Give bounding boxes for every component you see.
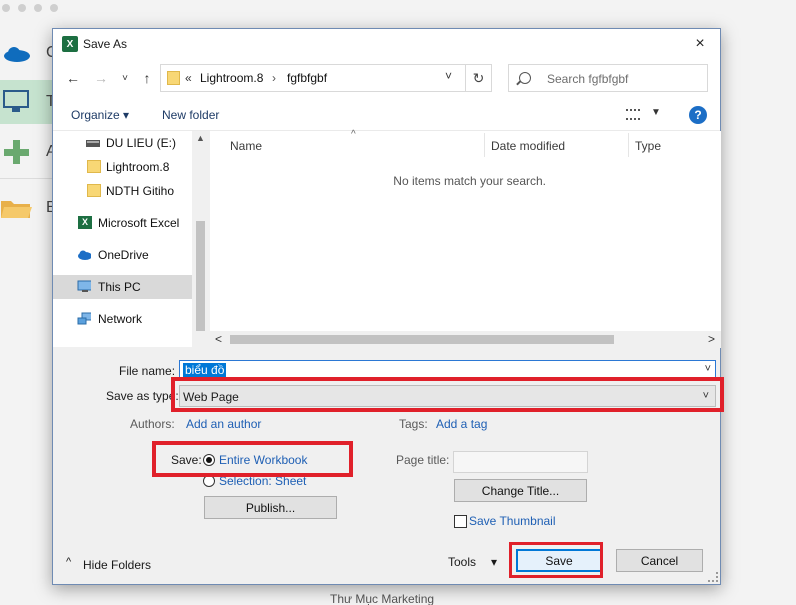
nav-item-label: OneDrive <box>98 248 149 262</box>
nav-item-label: DU LIEU (E:) <box>106 136 177 150</box>
drive-icon <box>86 140 100 147</box>
address-bar[interactable]: « Lightroom.8 › fgfbfgbf ˅ <box>160 64 492 92</box>
highlight-box-save-button <box>509 542 603 578</box>
organize-menu[interactable]: Organize ▾ <box>71 108 129 122</box>
chevron-down-icon[interactable]: ˅ <box>705 363 711 375</box>
page-title-field <box>453 451 588 473</box>
change-title-button[interactable]: Change Title... <box>454 479 587 502</box>
folder-icon <box>1 201 32 218</box>
help-icon[interactable]: ? <box>689 106 707 124</box>
resize-grip[interactable] <box>708 572 718 582</box>
new-folder-button[interactable]: New folder <box>162 108 219 122</box>
file-list-pane: ^ Name Date modified Type No items match… <box>210 129 721 347</box>
search-input[interactable]: Search fgfbfgbf <box>508 64 708 92</box>
file-name-value: biểu đồ <box>183 363 227 377</box>
address-overflow-icon[interactable]: « <box>185 71 192 85</box>
nav-item-network[interactable]: Network <box>53 307 192 331</box>
breadcrumb-separator-icon[interactable]: › <box>272 71 276 85</box>
column-header-type[interactable]: Type <box>635 131 661 161</box>
excel-icon: X <box>62 36 78 52</box>
authors-label: Authors: <box>130 417 175 431</box>
folder-icon <box>87 160 101 173</box>
nav-item-this-pc[interactable]: This PC <box>53 275 192 299</box>
highlight-box-save-as-type <box>171 377 724 412</box>
nav-item-label: Microsoft Excel <box>98 216 180 230</box>
scroll-left-icon[interactable]: < <box>215 332 222 346</box>
network-icon <box>77 312 91 325</box>
scroll-up-icon[interactable]: ▲ <box>196 133 205 143</box>
save-as-type-label: Save as type: <box>106 389 179 403</box>
recent-locations-button[interactable]: ˅ <box>115 68 135 88</box>
sort-ascending-icon: ^ <box>351 129 356 140</box>
background-folder-text: Thư Mục Marketing <box>330 592 435 605</box>
nav-item-label: Lightroom.8 <box>106 160 170 174</box>
highlight-box-save-scope <box>152 441 353 477</box>
column-divider[interactable] <box>484 133 485 157</box>
save-as-dialog: X Save As × ← → ˅ ↑ « Lightroom.8 › fgfb… <box>52 28 724 585</box>
hide-folders-button[interactable]: Hide Folders <box>83 558 151 572</box>
column-header-name[interactable]: Name <box>230 131 262 161</box>
search-icon <box>519 72 531 84</box>
pc-icon <box>3 90 29 112</box>
save-thumbnail-checkbox[interactable] <box>454 515 467 528</box>
save-thumbnail-label[interactable]: Save Thumbnail <box>469 514 556 528</box>
excel-icon: X <box>78 216 92 229</box>
dialog-title: Save As <box>83 37 128 51</box>
backstage-divider <box>0 178 54 179</box>
navigation-bar: ← → ˅ ↑ « Lightroom.8 › fgfbfgbf ˅ ↻ Sea… <box>53 59 720 99</box>
nav-item-microsoft-excel[interactable]: X Microsoft Excel <box>53 211 192 235</box>
view-options-icon[interactable] <box>626 109 640 120</box>
search-placeholder: Search fgfbfgbf <box>547 72 629 86</box>
up-button[interactable]: ↑ <box>137 68 157 88</box>
file-name-label: File name: <box>119 364 176 378</box>
breadcrumb-lightroom[interactable]: Lightroom.8 <box>200 71 263 85</box>
add-tag-link[interactable]: Add a tag <box>436 417 487 431</box>
chevron-down-icon[interactable]: ˅ <box>445 69 452 83</box>
nav-pane-scrollbar[interactable]: ▲ <box>192 131 209 347</box>
cancel-button[interactable]: Cancel <box>616 549 703 572</box>
view-dropdown-icon[interactable]: ▼ <box>651 107 661 118</box>
nav-item-label: NDTH Gitiho <box>106 184 175 198</box>
command-toolbar: Organize ▾ New folder ▼ ? <box>53 99 720 131</box>
nav-item-du-lieu[interactable]: DU LIEU (E:) <box>53 131 192 155</box>
cloud-icon <box>4 47 30 62</box>
page-title-label: Page title: <box>396 453 450 467</box>
chevron-up-icon[interactable]: ^ <box>66 556 71 568</box>
title-bar: X Save As × <box>53 29 720 59</box>
forward-button[interactable]: → <box>91 68 111 88</box>
tools-menu[interactable]: Tools <box>448 555 476 569</box>
add-author-link[interactable]: Add an author <box>186 417 261 431</box>
scroll-right-icon[interactable]: > <box>708 332 715 346</box>
tags-label: Tags: <box>399 417 428 431</box>
tools-dropdown-icon[interactable]: ▾ <box>491 555 497 569</box>
pc-icon <box>77 280 91 292</box>
folder-icon <box>167 71 180 85</box>
nav-item-ndth-gitiho[interactable]: NDTH Gitiho <box>53 179 192 203</box>
nav-item-label: This PC <box>98 280 141 294</box>
refresh-button[interactable]: ↻ <box>465 64 491 92</box>
publish-button[interactable]: Publish... <box>204 496 337 519</box>
nav-item-label: Network <box>98 312 143 326</box>
nav-item-lightroom[interactable]: Lightroom.8 <box>53 155 192 179</box>
navigation-pane: DU LIEU (E:) Lightroom.8 NDTH Gitiho X M… <box>53 131 192 347</box>
nav-item-onedrive[interactable]: OneDrive <box>53 243 192 267</box>
scrollbar-thumb[interactable] <box>196 221 205 331</box>
scrollbar-thumb[interactable] <box>230 335 614 344</box>
column-header-date-modified[interactable]: Date modified <box>491 131 565 161</box>
backstage-top-dots <box>0 0 80 14</box>
cloud-icon <box>78 250 91 260</box>
column-divider[interactable] <box>628 133 629 157</box>
breadcrumb-current-folder[interactable]: fgfbfgbf <box>287 71 327 85</box>
file-list-horizontal-scrollbar[interactable]: < > <box>210 331 721 348</box>
close-button[interactable]: × <box>688 32 712 56</box>
plus-icon <box>4 140 29 164</box>
empty-folder-message: No items match your search. <box>393 174 546 188</box>
back-button[interactable]: ← <box>63 68 83 88</box>
folder-icon <box>87 184 101 197</box>
